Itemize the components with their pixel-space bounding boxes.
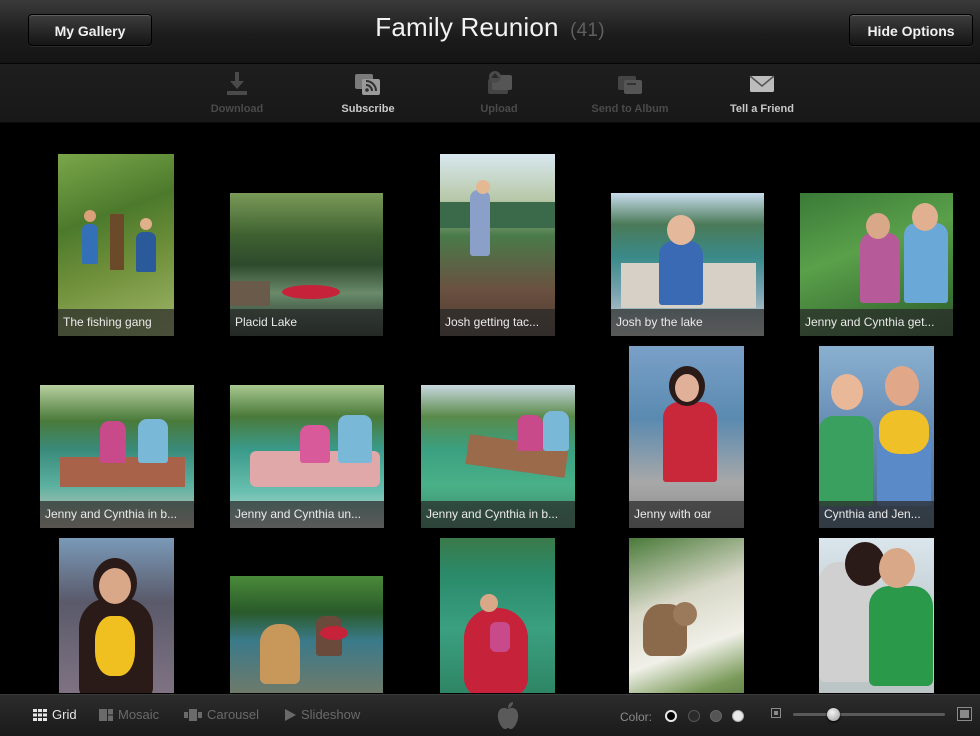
photo-count: (41) [570, 20, 605, 41]
view-grid-button[interactable]: Grid [33, 707, 77, 722]
color-label: Color: [620, 710, 653, 724]
small-thumbnail-icon [771, 708, 781, 718]
view-mosaic-label: Mosaic [118, 707, 160, 722]
color-swatch-gray[interactable] [710, 710, 722, 722]
photo-tile[interactable]: Josh by the lake [611, 193, 764, 336]
download-label: Download [210, 103, 264, 115]
photo-caption: Placid Lake [230, 309, 383, 336]
photo-tile[interactable]: Jenny with oar [629, 346, 744, 528]
photo-tile[interactable]: Cynthia and Jen... [819, 346, 934, 528]
title-bar: My Gallery Family Reunion (41) Hide Opti… [0, 0, 980, 64]
upload-button[interactable]: Upload [444, 70, 554, 115]
photo-tile[interactable]: Jenny and Cynthia in b... [40, 385, 194, 528]
album-title: Family Reunion [375, 12, 559, 42]
photo-caption: Josh getting tac... [440, 309, 555, 336]
upload-icon [488, 71, 512, 94]
photo-caption: The fishing gang [58, 309, 174, 336]
apple-logo-icon [497, 702, 519, 729]
slider-thumb[interactable] [827, 708, 840, 721]
tell-a-friend-label: Tell a Friend [730, 103, 794, 115]
photo-tile[interactable]: Jenny and Cynthia in b... [421, 385, 575, 528]
photo-tile[interactable] [59, 538, 174, 693]
photo-tile[interactable]: Placid Lake [230, 193, 383, 336]
view-grid-label: Grid [52, 707, 77, 722]
page-title: Family Reunion (41) [0, 12, 980, 43]
view-carousel-label: Carousel [207, 707, 260, 722]
view-slideshow-label: Slideshow [301, 707, 361, 722]
envelope-icon [749, 75, 775, 92]
photo-tile[interactable] [819, 538, 934, 693]
send-to-album-icon [618, 76, 642, 94]
play-icon [285, 709, 296, 721]
rss-subscribe-icon [355, 74, 380, 95]
photo-caption: Jenny and Cynthia get... [800, 309, 953, 336]
hide-options-button[interactable]: Hide Options [849, 14, 973, 46]
view-slideshow-button[interactable]: Slideshow [284, 707, 360, 722]
color-swatch-black[interactable] [665, 710, 677, 722]
view-mosaic-button[interactable]: Mosaic [99, 707, 159, 722]
grid-icon [33, 709, 47, 721]
photo-caption: Jenny and Cynthia in b... [421, 501, 575, 528]
view-carousel-button[interactable]: Carousel [184, 707, 259, 722]
photo-tile[interactable]: Josh getting tac... [440, 154, 555, 336]
action-toolbar: Download Subscribe Upload Send to Album [0, 64, 980, 123]
download-icon [227, 72, 247, 95]
large-thumbnail-icon [957, 707, 972, 721]
photo-tile[interactable]: The fishing gang [58, 154, 174, 336]
photo-tile[interactable]: Jenny and Cynthia get... [800, 193, 953, 336]
color-swatch-white[interactable] [732, 710, 744, 722]
subscribe-button[interactable]: Subscribe [313, 70, 423, 115]
photo-caption: Jenny with oar [629, 501, 744, 528]
photo-grid: The fishing gang Placid Lake Josh gettin… [0, 123, 980, 693]
photo-caption: Cynthia and Jen... [819, 501, 934, 528]
tell-a-friend-button[interactable]: Tell a Friend [707, 70, 817, 115]
photo-caption: Josh by the lake [611, 309, 764, 336]
photo-tile[interactable] [230, 576, 383, 693]
send-to-album-button[interactable]: Send to Album [575, 70, 685, 115]
upload-label: Upload [480, 103, 518, 115]
photo-tile[interactable] [629, 538, 744, 693]
photo-caption: Jenny and Cynthia in b... [40, 501, 194, 528]
photo-tile[interactable]: Jenny and Cynthia un... [230, 385, 384, 528]
carousel-icon [184, 709, 202, 721]
send-to-album-label: Send to Album [591, 103, 669, 115]
subscribe-label: Subscribe [341, 103, 395, 115]
mosaic-icon [99, 709, 113, 721]
photo-tile[interactable] [440, 538, 555, 693]
download-button[interactable]: Download [182, 70, 292, 115]
photo-caption: Jenny and Cynthia un... [230, 501, 384, 528]
thumbnail-size-slider[interactable] [793, 713, 945, 716]
color-swatch-dark-gray[interactable] [688, 710, 700, 722]
